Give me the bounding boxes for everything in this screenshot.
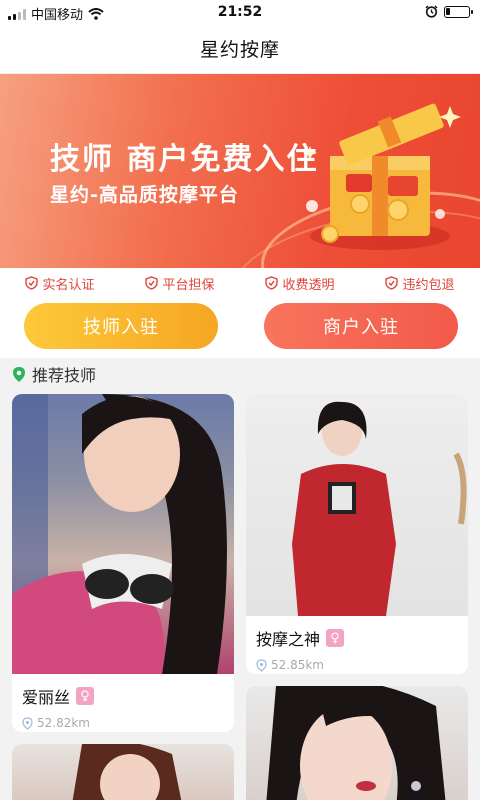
shield-check-icon — [25, 276, 39, 290]
section-header: 推荐技师 — [12, 362, 96, 386]
technician-distance: 52.85km — [271, 658, 324, 672]
technician-info: 按摩之神 ♀ 52.85km — [246, 616, 468, 672]
technician-photo — [246, 686, 468, 800]
page-title: 星约按摩 — [199, 39, 280, 61]
technician-join-button[interactable]: 技师入驻 — [24, 303, 218, 349]
portrait-illustration — [266, 686, 446, 800]
battery-icon — [444, 5, 473, 18]
distance-row: 52.85km — [256, 658, 458, 672]
shield-check-icon — [145, 276, 159, 290]
app-screen: 中国移动 21:52 星约按摩 技师 商户免费入住 星约-高品质按摩平台 实名认… — [0, 0, 480, 800]
technician-name: 按摩之神 — [256, 630, 321, 649]
shield-check-icon — [265, 276, 279, 290]
join-buttons-row: 技师入驻 商户入驻 — [0, 298, 480, 358]
merchant-join-button[interactable]: 商户入驻 — [264, 303, 458, 349]
banner-subtitle: 星约-高品质按摩平台 — [50, 184, 239, 206]
technician-card[interactable]: 爱丽丝 ♀ 52.82km — [12, 394, 234, 732]
nav-bar: 星约按摩 — [0, 24, 480, 74]
badge-label: 平台担保 — [162, 277, 215, 293]
badge-label: 实名认证 — [42, 277, 95, 293]
technician-distance: 52.82km — [37, 716, 90, 730]
badge-guarantee: 平台担保 — [145, 274, 215, 293]
badge-refund: 违约包退 — [385, 274, 455, 293]
status-right — [425, 5, 473, 18]
technician-info: 爱丽丝 ♀ 52.82km — [12, 674, 234, 730]
female-gender-icon: ♀ — [326, 629, 345, 647]
portrait-illustration — [292, 401, 467, 616]
badge-label: 收费透明 — [282, 277, 335, 293]
portrait-illustration — [12, 394, 227, 674]
badge-transparent: 收费透明 — [265, 274, 335, 293]
technician-card[interactable] — [246, 686, 468, 800]
alarm-icon — [425, 5, 438, 18]
banner-title: 技师 商户免费入住 — [50, 142, 319, 177]
promo-banner[interactable]: 技师 商户免费入住 星约-高品质按摩平台 — [0, 74, 480, 268]
technician-photo — [246, 394, 468, 616]
status-bar: 中国移动 21:52 — [0, 0, 480, 24]
technician-photo — [12, 744, 234, 800]
technician-card[interactable] — [12, 744, 234, 800]
name-row: 爱丽丝 ♀ — [22, 684, 224, 708]
location-pin-icon — [256, 658, 267, 672]
distance-row: 52.82km — [22, 716, 224, 730]
portrait-illustration — [72, 744, 182, 800]
badge-label: 违约包退 — [402, 277, 455, 293]
location-pin-icon — [13, 366, 25, 382]
female-gender-icon: ♀ — [76, 687, 95, 705]
technician-photo — [12, 394, 234, 674]
name-row: 按摩之神 ♀ — [256, 626, 458, 650]
location-pin-icon — [22, 716, 33, 730]
technician-card[interactable]: 按摩之神 ♀ 52.85km — [246, 394, 468, 674]
battery-level — [446, 7, 450, 15]
badge-verified: 实名认证 — [25, 274, 95, 293]
technician-name: 爱丽丝 — [22, 688, 71, 707]
section-title: 推荐技师 — [32, 366, 97, 385]
status-time: 21:52 — [217, 4, 263, 20]
guarantee-badges: 实名认证 平台担保 收费透明 违约包退 — [0, 268, 480, 298]
shield-check-icon — [385, 276, 399, 290]
